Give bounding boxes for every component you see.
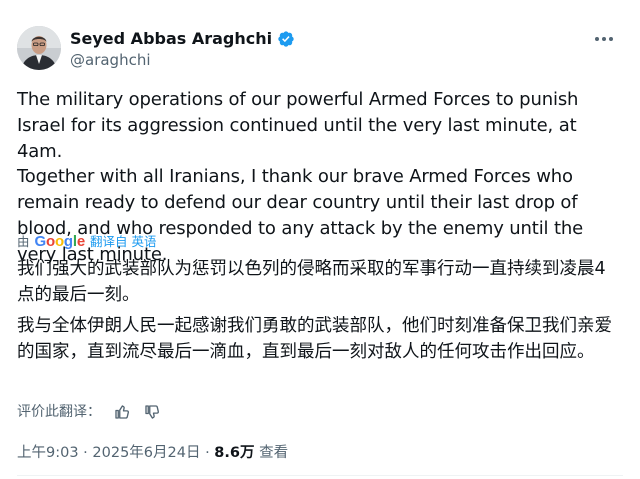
tweet-text-paragraph-1: The military operations of our powerful … [17,89,584,162]
more-options-button[interactable] [590,28,618,50]
divider [17,475,623,476]
tweet-text-paragraph-2: Together with all Iranians, I thank our … [17,166,589,265]
author-name[interactable]: Seyed Abbas Araghchi [70,28,272,50]
verified-badge-icon [278,31,294,47]
tweet-metadata: 上午9:03 · 2025年6月24日 · 8.6万 查看 [17,443,288,463]
tweet-time[interactable]: 上午9:03 [17,445,79,461]
thumbs-down-icon[interactable] [143,403,161,421]
translated-text-paragraph-1: 我们强大的武装部队为惩罚以色列的侵略而采取的军事行动一直持续到凌晨4点的最后一刻… [17,259,606,305]
thumbs-up-icon[interactable] [113,403,131,421]
avatar[interactable] [17,26,61,70]
views-label: 查看 [259,445,289,461]
translation-attribution: 由 Google 翻译自 英语 [17,233,157,251]
google-logo: Google [34,233,86,250]
author-handle[interactable]: @araghchi [70,51,151,69]
author-name-row[interactable]: Seyed Abbas Araghchi [70,28,295,50]
meta-separator: · [83,445,88,461]
translated-from-link[interactable]: 翻译自 英语 [90,233,156,251]
tweet-date[interactable]: 2025年6月24日 [92,445,200,461]
rate-translation: 评价此翻译： [17,402,161,422]
translated-by-prefix: 由 [17,234,30,249]
meta-separator: · [205,445,210,461]
rate-translation-label: 评价此翻译： [17,404,101,420]
views-count: 8.6万 [214,445,255,461]
translated-text-paragraph-2: 我与全体伊朗人民一起感谢我们勇敢的武装部队，他们时刻准备保卫我们亲爱的国家，直到… [17,316,612,362]
more-options-icon [595,37,613,41]
